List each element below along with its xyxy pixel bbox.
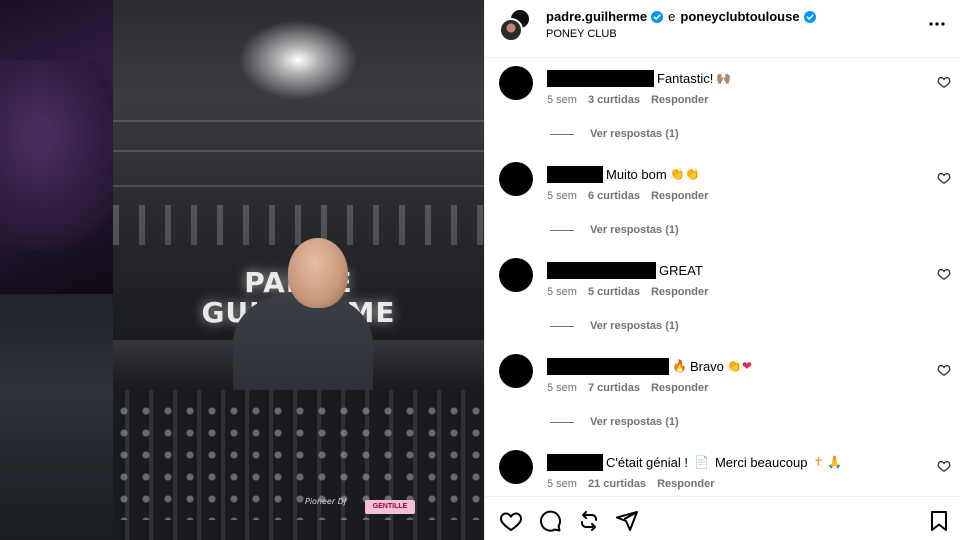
like-comment-heart-icon[interactable] — [937, 75, 951, 89]
comment-likes[interactable]: 6 curtidas — [588, 190, 640, 202]
comments-panel: padre.guilherme e poneyclubtoulouse PONE… — [484, 0, 960, 540]
more-options-button[interactable] — [925, 14, 949, 34]
comment-text: Merci beaucoup — [714, 455, 808, 470]
avatar[interactable] — [499, 66, 533, 100]
heart-icon[interactable] — [499, 509, 523, 533]
post-header: padre.guilherme e poneyclubtoulouse PONE… — [485, 0, 960, 58]
location-link[interactable]: PONEY CLUB — [546, 28, 617, 40]
redacted-username[interactable] — [547, 358, 669, 375]
comment-emoji: 📄 — [693, 455, 709, 469]
comment-emoji: 🙌🏽 — [716, 71, 732, 85]
reply-button[interactable]: Responder — [651, 190, 708, 202]
reply-button[interactable]: Responder — [651, 94, 708, 106]
reply-button[interactable]: Responder — [651, 286, 708, 298]
comment-emoji: 👏❤ — [726, 359, 752, 373]
comment-time: 5 sem — [547, 94, 577, 106]
avatar[interactable] — [499, 450, 533, 484]
bookmark-icon[interactable] — [927, 509, 951, 533]
comment-time: 5 sem — [547, 382, 577, 394]
comment-list: Fantastic! 🙌🏽 5 sem 3 curtidas Responder… — [485, 58, 960, 495]
mixer-brand-label: Pioneer DJ — [305, 497, 347, 506]
comment-emoji: 🔥 — [672, 359, 687, 373]
media-area: PADRE GUILHERME Pioneer DJ GENTILLE — [0, 0, 484, 540]
previous-post-thumbnail-lower[interactable] — [0, 294, 113, 540]
reply-button[interactable]: Responder — [651, 382, 708, 394]
comment-emoji: ✝ 🙏 — [813, 455, 843, 469]
more-horizontal-icon — [929, 22, 945, 26]
comment-text: Bravo — [689, 359, 724, 374]
comment-text: GREAT — [659, 263, 703, 278]
view-replies-button[interactable]: Ver respostas (1) — [550, 416, 679, 428]
redacted-username[interactable] — [547, 454, 603, 471]
reply-button[interactable]: Responder — [657, 478, 714, 490]
comment-likes[interactable]: 21 curtidas — [588, 478, 646, 490]
post-action-bar — [485, 496, 960, 540]
comment-item: 🔥 Bravo 👏❤ 5 sem 7 curtidas Responder Ve… — [485, 350, 960, 446]
stage-light — [238, 20, 358, 100]
collab-conjunction: e — [668, 9, 676, 24]
comment-text: Muito bom — [606, 167, 667, 182]
comment-likes[interactable]: 3 curtidas — [588, 94, 640, 106]
send-icon[interactable] — [615, 509, 639, 533]
comment-text: Fantastic! — [657, 71, 714, 86]
like-comment-heart-icon[interactable] — [937, 363, 951, 377]
comment-item: Muito bom 👏👏 5 sem 6 curtidas Responder … — [485, 158, 960, 254]
post-video[interactable]: PADRE GUILHERME Pioneer DJ GENTILLE — [113, 0, 484, 540]
stage-lights — [113, 205, 484, 245]
view-replies-button[interactable]: Ver respostas (1) — [550, 224, 679, 236]
avatar[interactable] — [499, 258, 533, 292]
avatar[interactable] — [499, 354, 533, 388]
comment-likes[interactable]: 7 curtidas — [588, 382, 640, 394]
collab-avatars[interactable] — [499, 8, 531, 42]
comment-item: C'était génial ! 📄 Merci beaucoup ✝ 🙏 5 … — [485, 446, 960, 495]
like-comment-heart-icon[interactable] — [937, 171, 951, 185]
avatar[interactable] — [499, 162, 533, 196]
redacted-username[interactable] — [547, 166, 603, 183]
comment-time: 5 sem — [547, 286, 577, 298]
previous-post-thumbnail[interactable] — [0, 0, 130, 293]
comment-likes[interactable]: 5 curtidas — [588, 286, 640, 298]
view-replies-button[interactable]: Ver respostas (1) — [550, 128, 679, 140]
username-link[interactable]: padre.guilherme — [546, 9, 647, 24]
avatar[interactable] — [499, 18, 523, 42]
comment-time: 5 sem — [547, 190, 577, 202]
repost-icon[interactable] — [577, 509, 601, 533]
redacted-username[interactable] — [547, 262, 656, 279]
like-comment-heart-icon[interactable] — [937, 267, 951, 281]
comment-item: GREAT 5 sem 5 curtidas Responder Ver res… — [485, 254, 960, 350]
username-link[interactable]: poneyclubtoulouse — [680, 9, 799, 24]
sticker-label: GENTILLE — [365, 500, 415, 514]
comment-icon[interactable] — [538, 509, 562, 533]
comment-text: C'était génial ! — [606, 455, 688, 470]
verified-badge-icon — [651, 10, 664, 23]
dj-head — [288, 238, 348, 308]
like-comment-heart-icon[interactable] — [937, 459, 951, 473]
verified-badge-icon — [803, 10, 816, 23]
comment-item: Fantastic! 🙌🏽 5 sem 3 curtidas Responder… — [485, 62, 960, 158]
comment-emoji: 👏👏 — [669, 167, 700, 181]
view-replies-button[interactable]: Ver respostas (1) — [550, 320, 679, 332]
comment-time: 5 sem — [547, 478, 577, 490]
redacted-username[interactable] — [547, 70, 654, 87]
instagram-post-view: PADRE GUILHERME Pioneer DJ GENTILLE padr… — [0, 0, 960, 540]
